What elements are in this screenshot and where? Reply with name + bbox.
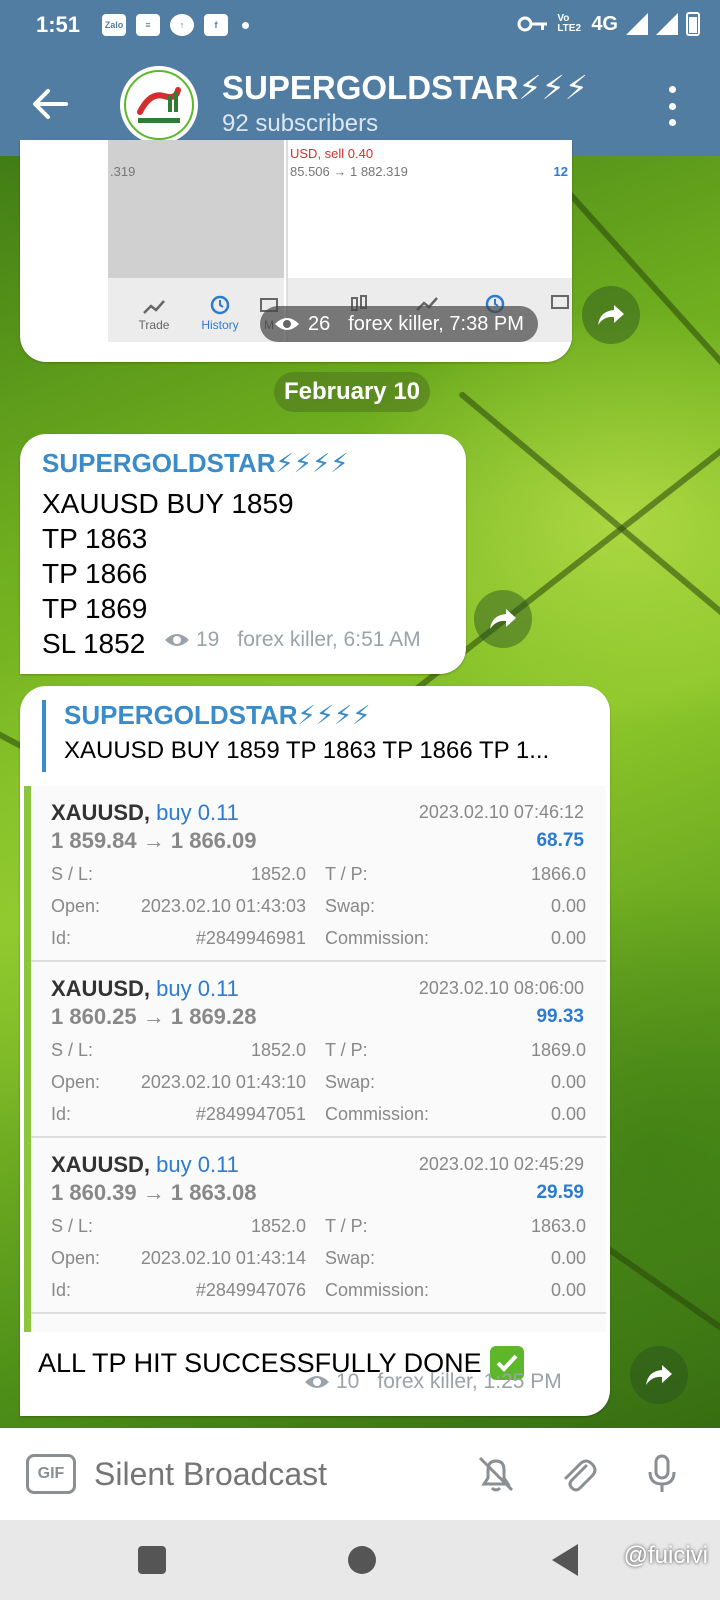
input-bar: GIF bbox=[0, 1428, 720, 1520]
message-meta: 19 forex killer, 6:51 AM bbox=[164, 628, 421, 652]
notification-icons: Zalo ≡ ↑ f bbox=[102, 14, 249, 36]
views-icon bbox=[275, 318, 299, 330]
dot-icon bbox=[242, 21, 249, 29]
message-meta: 10 forex killer, 1:25 PM bbox=[304, 1370, 562, 1394]
trade-icon bbox=[143, 300, 165, 314]
system-icons: Vo LTE2 4G bbox=[517, 12, 700, 36]
volte-label: Vo LTE2 bbox=[557, 13, 582, 34]
history-icon bbox=[210, 295, 230, 315]
view-count: 26 bbox=[308, 312, 331, 335]
trade-profit: 68.75 bbox=[536, 830, 584, 851]
mute-notifications-icon[interactable] bbox=[470, 1448, 522, 1500]
forward-icon bbox=[646, 1365, 672, 1385]
recents-button[interactable] bbox=[138, 1546, 166, 1574]
view-count: 10 bbox=[336, 1370, 360, 1393]
view-count: 19 bbox=[196, 628, 220, 651]
upload-icon: ↑ bbox=[170, 14, 194, 36]
signal-2-icon bbox=[656, 13, 678, 35]
channel-logo bbox=[124, 70, 194, 140]
reply-text: XAUUSD BUY 1859 TP 1863 TP 1866 TP 1... bbox=[64, 737, 550, 764]
message-input[interactable] bbox=[94, 1452, 434, 1496]
nav-trade: Trade bbox=[124, 299, 184, 332]
zalo-icon: Zalo bbox=[102, 14, 126, 36]
status-bar: 1:51 Zalo ≡ ↑ f Vo LTE2 4G bbox=[0, 0, 720, 52]
key-icon bbox=[517, 16, 548, 32]
signal-message[interactable]: SUPERGOLDSTAR⚡⚡⚡⚡ XAUUSD BUY 1859 TP 186… bbox=[20, 434, 466, 674]
forward-icon bbox=[598, 305, 624, 325]
channel-title[interactable]: SUPERGOLDSTAR⚡⚡⚡ bbox=[222, 68, 588, 107]
subscriber-count: 92 subscribers bbox=[222, 110, 379, 137]
screenshot-left: .319 Trade History M bbox=[108, 140, 284, 342]
news-icon: ≡ bbox=[136, 14, 160, 36]
network-type: 4G bbox=[591, 12, 618, 35]
gif-button[interactable]: GIF bbox=[26, 1454, 76, 1494]
forward-button[interactable] bbox=[582, 286, 640, 344]
status-time: 1:51 bbox=[36, 12, 81, 37]
forward-button[interactable] bbox=[630, 1346, 688, 1404]
result-message[interactable]: SUPERGOLDSTAR⚡⚡⚡⚡ XAUUSD BUY 1859 TP 186… bbox=[20, 686, 610, 1416]
attach-icon[interactable] bbox=[552, 1448, 604, 1500]
messages-right-icon bbox=[551, 295, 569, 309]
more-options-icon[interactable] bbox=[664, 86, 680, 126]
trade-entry: XAUUSD, buy 0.11 2023.02.10 08:06:00 1 8… bbox=[31, 962, 606, 1138]
facebook-icon: f bbox=[204, 14, 228, 36]
trade-entry: XAUUSD, buy 0.11 2023.02.10 07:46:12 1 8… bbox=[31, 786, 606, 962]
channel-avatar[interactable] bbox=[120, 66, 198, 144]
system-back-button[interactable] bbox=[552, 1544, 578, 1576]
trade-history-screenshot[interactable]: XAUUSD, buy 0.11 2023.02.10 07:46:12 1 8… bbox=[24, 786, 606, 1332]
signal-icon bbox=[626, 13, 648, 35]
message-author[interactable]: SUPERGOLDSTAR⚡⚡⚡⚡ bbox=[42, 448, 349, 479]
microphone-icon[interactable] bbox=[636, 1448, 688, 1500]
reply-author: SUPERGOLDSTAR⚡⚡⚡⚡ bbox=[64, 700, 371, 730]
watermark: @fuicivi bbox=[623, 1542, 708, 1569]
nav-history: History bbox=[190, 295, 250, 332]
date-separator: February 10 bbox=[274, 372, 430, 412]
system-nav-bar: @fuicivi bbox=[0, 1520, 720, 1600]
views-icon bbox=[165, 634, 189, 646]
trade-profit: 99.33 bbox=[536, 1006, 584, 1027]
screenshot-left-nav: Trade History M bbox=[108, 278, 284, 342]
back-arrow-icon[interactable] bbox=[28, 82, 72, 126]
message-meta: forex killer, 7:38 PM bbox=[348, 312, 524, 335]
forward-icon bbox=[490, 609, 516, 629]
views-icon bbox=[305, 1376, 329, 1388]
home-button[interactable] bbox=[348, 1546, 376, 1574]
image-meta: 26 forex killer, 7:38 PM bbox=[260, 306, 538, 342]
reply-preview[interactable]: SUPERGOLDSTAR⚡⚡⚡⚡ XAUUSD BUY 1859 TP 186… bbox=[42, 700, 588, 772]
forward-button[interactable] bbox=[474, 590, 532, 648]
trade-entry: XAUUSD, buy 0.11 2023.02.10 02:45:29 1 8… bbox=[31, 1138, 606, 1314]
trade-profit: 29.59 bbox=[536, 1182, 584, 1203]
battery-icon bbox=[686, 12, 700, 36]
image-message[interactable]: .319 Trade History M USD, sell 0.40 85.5… bbox=[20, 140, 572, 362]
